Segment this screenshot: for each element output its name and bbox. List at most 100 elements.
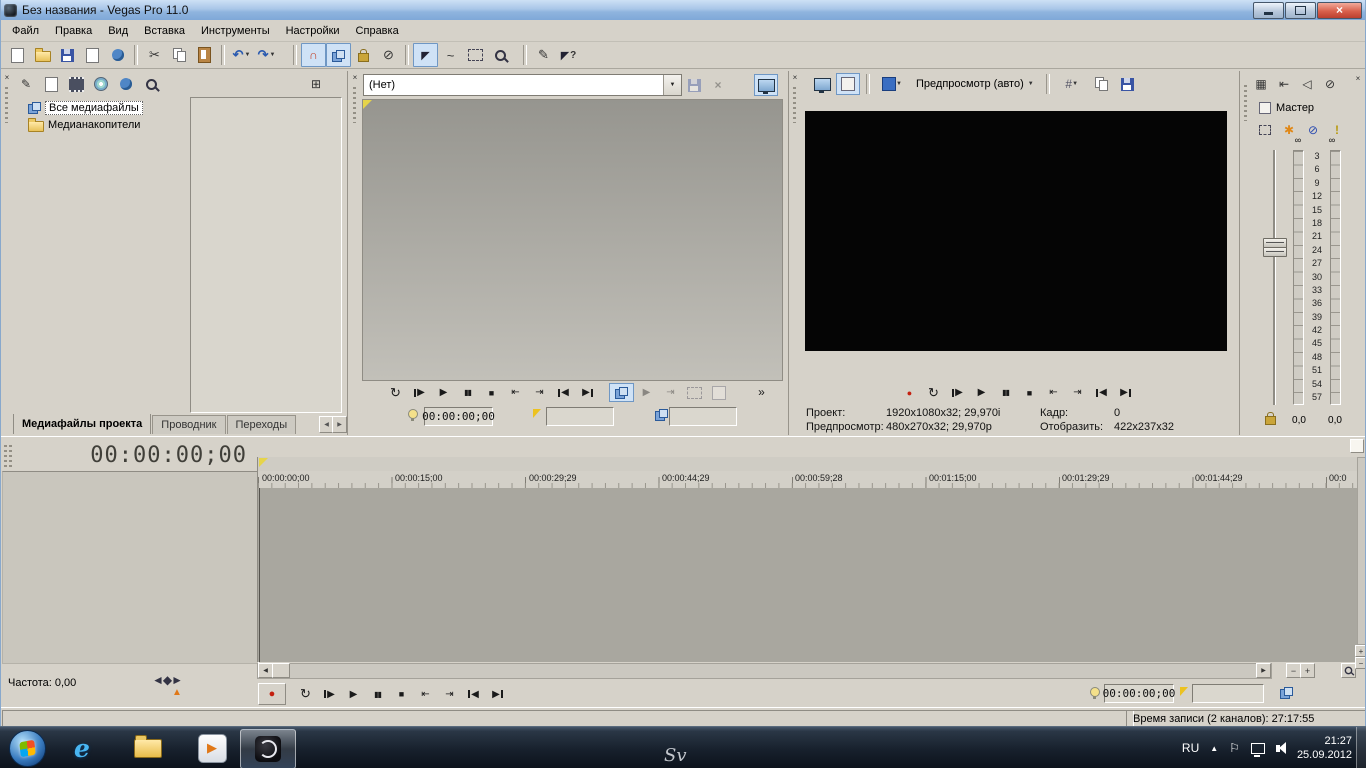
preview-next-frame-button[interactable]: ▶ [1114,384,1137,401]
timeline-selection-field[interactable] [1192,684,1264,703]
menu-help[interactable]: Справка [348,22,407,40]
clock[interactable]: 21:27 25.09.2012 [1297,734,1352,762]
import-media-button[interactable] [39,73,63,95]
time-ruler[interactable]: 00:00:00;00 00:00:15;00 00:00:29;29 00:0… [257,471,1358,489]
trimmer-play-from-start-button[interactable]: ▶ [408,384,431,401]
tree-item-all-media[interactable]: Все медиафайлы [26,99,186,116]
trimmer-show-video-button[interactable] [754,74,778,96]
media-panel-close-button[interactable]: × [2,73,12,83]
preview-play-button[interactable]: ▶ [970,384,993,401]
trimmer-grip[interactable] [353,87,356,123]
preview-loop-button[interactable]: ↻ [922,384,945,401]
combo-dropdown-button[interactable]: ▼ [663,75,681,95]
volume-icon[interactable] [1276,745,1280,752]
menu-tools[interactable]: Инструменты [193,22,278,40]
media-player-button[interactable]: ▶ [194,731,230,765]
tab-project-media[interactable]: Медиафайлы проекта [13,414,151,434]
hidden-icons-button[interactable]: ▲ [1210,744,1218,753]
timeline-loop-button[interactable]: ↻ [294,686,317,703]
h-scrollbar[interactable]: ◀ ▶ [257,663,1272,679]
overwrite-button[interactable]: ▶ [635,384,658,401]
whats-this-help-button[interactable]: ◤? [556,43,581,67]
open-project-button[interactable] [30,43,55,67]
capture-video-button[interactable] [64,73,88,95]
interactive-tutorials-button[interactable]: ✎ [531,43,556,67]
trimmer-selection-end-field[interactable] [669,407,737,426]
remove-media-button[interactable]: × [706,74,730,96]
new-project-button[interactable] [5,43,30,67]
trim-start-marker[interactable] [363,100,372,109]
zoom-tool-corner-button[interactable] [1341,663,1356,678]
h-scroll-left-button[interactable]: ◀ [258,663,273,678]
close-button[interactable]: × [1317,2,1362,19]
copy-frame-button[interactable] [1090,73,1114,95]
marker-tool-button[interactable] [1350,439,1364,453]
fader-lock-icon[interactable] [1265,416,1276,425]
trimmer-pause-button[interactable]: ▮▮ [456,384,479,401]
timeline-big-timecode[interactable]: 00:00:00;00 [90,443,247,468]
copy-button[interactable] [167,43,192,67]
timeline-go-to-end-button[interactable]: ⇥ [438,686,461,703]
minimize-button[interactable] [1253,2,1284,19]
master-close-button[interactable]: × [1353,74,1363,84]
internet-explorer-button[interactable]: e [64,731,100,765]
zoom-tool-button[interactable] [488,43,513,67]
ignore-event-grouping-button[interactable]: ⊘ [376,43,401,67]
insert-fx-button[interactable]: ⇤ [1273,73,1295,95]
track-area[interactable] [257,488,1358,662]
language-indicator[interactable]: RU [1182,741,1199,755]
search-media-button[interactable] [139,73,163,95]
add-to-timeline-button[interactable] [609,383,634,402]
network-icon[interactable] [1251,743,1265,754]
timeline-stop-button[interactable]: ■ [390,686,413,703]
media-file-list[interactable] [190,97,342,413]
preview-stop-button[interactable]: ■ [1018,384,1041,401]
trimmer-timecode-field[interactable]: 00:00:00;00 [424,407,493,426]
mute-output-button[interactable]: ⊘ [1319,73,1341,95]
lock-envelopes-button[interactable] [351,43,376,67]
trimmer-selection-start-field[interactable] [546,407,614,426]
publish-project-button[interactable] [105,43,130,67]
track-list-area[interactable] [2,471,259,664]
preview-record-button[interactable]: ● [898,384,921,401]
fit-to-fill-button[interactable] [683,384,706,401]
start-button[interactable] [9,730,46,767]
fader-mode-button[interactable] [1255,121,1275,139]
file-explorer-button[interactable] [130,731,166,765]
trimmer-play-button[interactable]: ▶ [432,384,455,401]
preview-go-to-start-button[interactable]: ⇤ [1042,384,1065,401]
tab-explorer[interactable]: Проводник [152,415,225,434]
enable-snapping-button[interactable]: ∩ [301,43,326,67]
h-scroll-right-button[interactable]: ▶ [1256,663,1271,678]
menu-insert[interactable]: Вставка [136,22,193,40]
timeline-pause-button[interactable]: ▮▮ [366,686,389,703]
menu-view[interactable]: Вид [100,22,136,40]
menu-edit[interactable]: Правка [47,22,100,40]
normal-edit-tool-button[interactable]: ◤ [413,43,438,67]
h-scroll-thumb[interactable] [272,663,290,678]
preview-grip[interactable] [793,87,796,123]
trimmer-prev-frame-button[interactable]: ◀ [552,384,575,401]
external-monitor-button[interactable] [810,73,834,95]
track-zoom-in-button[interactable]: + [1355,645,1366,657]
maximize-button[interactable] [1285,2,1316,19]
project-properties-button[interactable] [80,43,105,67]
trimmer-loop-button[interactable]: ↻ [384,384,407,401]
loop-region-marker[interactable] [259,458,268,467]
trimmer-close-button[interactable]: × [350,73,360,83]
paste-button[interactable] [192,43,217,67]
extract-cd-button[interactable] [89,73,113,95]
preview-play-from-start-button[interactable]: ▶ [946,384,969,401]
trimmer-overflow-button[interactable]: » [750,383,773,400]
bus-mute-button[interactable]: ⊘ [1303,121,1323,139]
rate-scrub-control[interactable]: ◄◆► [152,673,182,687]
menu-options[interactable]: Настройки [278,22,348,40]
save-markers-button[interactable] [682,74,706,96]
timeline-record-button[interactable]: ● [258,683,286,705]
marker-bar[interactable] [257,457,1358,471]
track-zoom-out-button[interactable]: − [1355,657,1366,669]
time-zoom-out-button[interactable]: − [1286,663,1301,678]
tree-item-media-bins[interactable]: Медианакопители [26,116,186,133]
preview-quality-dropdown[interactable]: Предпросмотр (авто) ▼ [910,74,1040,94]
selection-tool-button[interactable] [463,43,488,67]
